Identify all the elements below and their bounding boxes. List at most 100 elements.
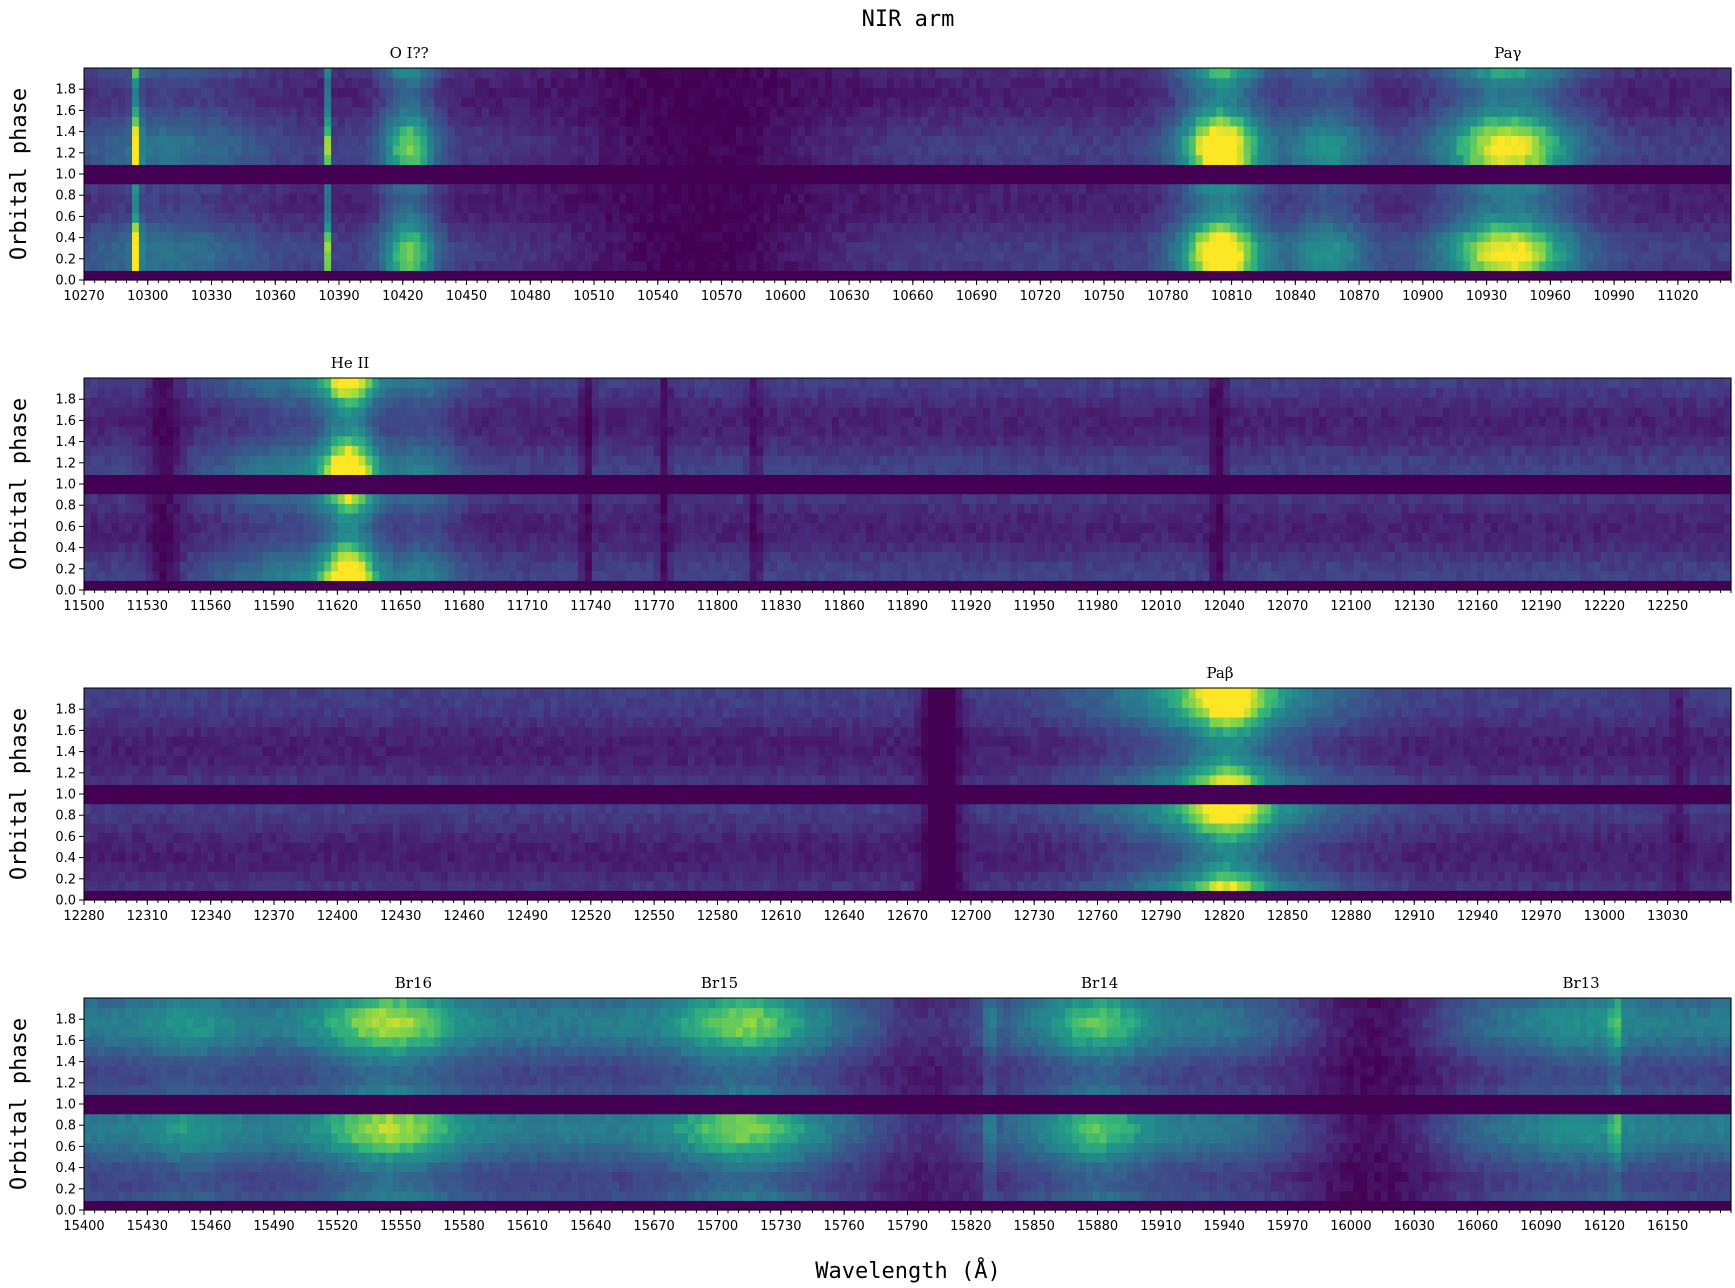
heatmap-cell <box>982 260 991 271</box>
heatmap-cell <box>1552 125 1561 137</box>
heatmap-cell <box>475 116 483 127</box>
heatmap-cell <box>989 193 998 204</box>
heatmap-cell <box>557 68 565 79</box>
heatmap-cell <box>626 145 634 156</box>
heatmap-cell <box>331 68 339 79</box>
heatmap-cell <box>1531 164 1540 175</box>
heatmap-cell <box>228 241 236 252</box>
heatmap-cell <box>1490 164 1499 175</box>
heatmap-cell <box>722 106 730 117</box>
heatmap-cell <box>1031 241 1039 252</box>
heatmap-cell <box>969 212 977 223</box>
heatmap-cell <box>125 125 133 137</box>
heatmap-cell <box>1381 125 1389 137</box>
heatmap-cell <box>1614 68 1622 79</box>
heatmap-cell <box>687 125 696 137</box>
heatmap-cell <box>1353 270 1362 281</box>
heatmap-cell <box>1120 154 1128 165</box>
heatmap-cell <box>845 270 854 281</box>
heatmap-cell <box>475 77 483 88</box>
heatmap-cell <box>337 241 346 252</box>
heatmap-cell <box>1374 135 1382 146</box>
heatmap-cell <box>722 68 730 79</box>
heatmap-cell <box>1525 164 1533 175</box>
heatmap-cell <box>1566 260 1574 271</box>
heatmap-cell <box>1449 183 1458 194</box>
heatmap-cell <box>1490 212 1499 223</box>
heatmap-cell <box>605 183 614 194</box>
heatmap-cell <box>125 68 133 79</box>
heatmap-cell <box>186 251 195 262</box>
heatmap-cell <box>941 106 950 117</box>
heatmap-cell <box>1634 68 1643 79</box>
heatmap-cell <box>1470 145 1478 156</box>
heatmap-cell <box>928 183 936 194</box>
heatmap-cell <box>557 125 565 137</box>
heatmap-cell <box>1099 183 1108 194</box>
heatmap-cell <box>269 193 277 204</box>
heatmap-cell <box>427 77 435 88</box>
heatmap-cell <box>200 241 209 252</box>
heatmap-cell <box>337 96 346 108</box>
heatmap-cell <box>303 135 312 146</box>
heatmap-cell <box>1202 106 1211 117</box>
heatmap-cell <box>440 231 449 243</box>
heatmap-cell <box>550 154 559 165</box>
heatmap-cell <box>811 106 819 117</box>
heatmap-cell <box>1168 145 1176 156</box>
heatmap-cell <box>84 260 92 271</box>
heatmap-cell <box>1264 251 1272 262</box>
heatmap-cell <box>303 231 312 243</box>
heatmap-cell <box>482 68 490 79</box>
heatmap-cell <box>633 270 641 281</box>
heatmap-cell <box>440 183 449 194</box>
heatmap-cell <box>420 68 428 79</box>
heatmap-cell <box>1394 106 1403 117</box>
heatmap-cell <box>1477 116 1485 127</box>
heatmap-cell <box>145 87 154 98</box>
heatmap-cell <box>97 106 106 117</box>
heatmap-cell <box>1573 193 1581 204</box>
heatmap-cell <box>296 231 305 243</box>
heatmap-cell <box>900 96 909 108</box>
heatmap-cell <box>825 68 833 79</box>
heatmap-cell <box>770 193 778 204</box>
heatmap-cell <box>433 183 442 194</box>
heatmap-cell <box>1634 231 1643 243</box>
heatmap-cell <box>132 212 140 223</box>
heatmap-cell <box>1202 183 1211 194</box>
heatmap-cell <box>413 270 421 281</box>
heatmap-cell <box>921 106 929 117</box>
heatmap-cell <box>756 222 764 233</box>
heatmap-cell <box>880 174 888 185</box>
heatmap-cell <box>1264 145 1272 156</box>
heatmap-cell <box>454 135 463 146</box>
heatmap-cell <box>646 154 655 165</box>
heatmap-cell <box>578 116 586 127</box>
heatmap-cell <box>427 87 435 98</box>
heatmap-cell <box>193 154 202 165</box>
heatmap-cell <box>248 231 257 243</box>
heatmap-cell <box>1353 135 1362 146</box>
heatmap-cell <box>193 174 202 185</box>
heatmap-cell <box>454 202 463 214</box>
heatmap-cell <box>1072 164 1080 175</box>
heatmap-cell <box>344 174 353 185</box>
heatmap-cell <box>440 222 449 233</box>
heatmap-cell <box>763 193 771 204</box>
heatmap-cell <box>440 241 449 252</box>
heatmap-cell <box>571 68 579 79</box>
heatmap-cell <box>1168 164 1176 175</box>
heatmap-cell <box>1271 241 1279 252</box>
heatmap-cell <box>619 251 627 262</box>
heatmap-cell <box>948 193 957 204</box>
heatmap-cell <box>1257 145 1265 156</box>
heatmap-cell <box>84 183 92 194</box>
heatmap-cell <box>1435 116 1444 127</box>
heatmap-cell <box>1422 270 1430 281</box>
heatmap-cell <box>543 174 552 185</box>
heatmap-cell <box>255 212 264 223</box>
heatmap-cell <box>241 193 250 204</box>
heatmap-cell <box>729 145 737 156</box>
heatmap-cell <box>399 193 408 204</box>
